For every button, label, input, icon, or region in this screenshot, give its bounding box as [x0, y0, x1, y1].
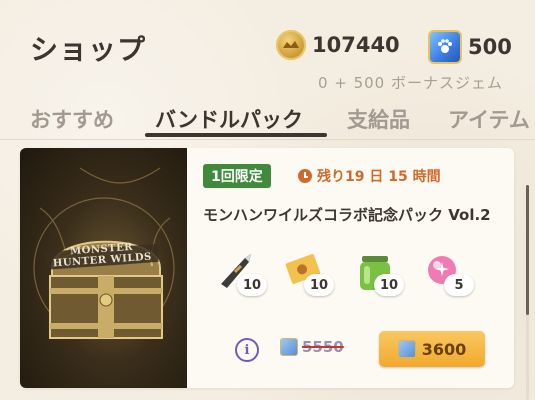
coin-icon — [276, 30, 306, 60]
page-title: ショップ — [30, 33, 147, 66]
tab-bar: おすすめ バンドルパック 支給品 アイテム — [0, 100, 535, 136]
bundle-item[interactable]: 5 — [422, 248, 474, 298]
tab-items[interactable]: アイテム — [448, 104, 530, 134]
limited-badge: 1回限定 — [203, 164, 271, 188]
gem-balance: 500 — [428, 30, 512, 64]
item-quantity: 10 — [374, 274, 404, 296]
remaining-timer: 残り19 日 15 時間 — [298, 164, 441, 188]
buy-price: 3600 — [421, 339, 467, 359]
gem-icon — [280, 338, 298, 356]
item-quantity: 10 — [304, 274, 334, 296]
bundle-item[interactable]: 10 — [215, 248, 267, 298]
tab-recommended[interactable]: おすすめ — [30, 104, 114, 134]
bundle-image: MONSTER HUNTER WILDS — [20, 148, 187, 388]
bundle-card[interactable]: MONSTER HUNTER WILDS 1回限定 残り19 日 15 時間 モ… — [20, 148, 514, 388]
bundle-item[interactable]: 10 — [352, 248, 404, 298]
bonus-gem-text: 0 + 500 ボーナスジェム — [317, 74, 503, 92]
coin-amount: 107440 — [312, 33, 400, 57]
coin-balance: 107440 — [276, 30, 400, 60]
original-price: 5550 — [280, 338, 344, 356]
scrollbar-thumb[interactable] — [526, 185, 529, 315]
scrollbar[interactable] — [526, 185, 529, 400]
item-quantity: 5 — [444, 274, 474, 296]
original-price-value: 5550 — [302, 338, 344, 356]
tab-divider — [0, 139, 535, 140]
gem-amount: 500 — [468, 35, 512, 59]
remaining-time-text: 残り19 日 15 時間 — [317, 169, 441, 185]
tab-bundle-pack[interactable]: バンドルパック — [155, 104, 303, 134]
clock-icon — [298, 169, 312, 183]
gem-icon — [428, 30, 462, 64]
bundle-item[interactable]: 10 — [282, 248, 334, 298]
active-tab-indicator — [145, 133, 327, 137]
gem-icon — [397, 340, 416, 358]
tab-supplies[interactable]: 支給品 — [347, 104, 410, 134]
bundle-items: 10 10 10 5 — [210, 248, 510, 298]
info-button[interactable]: i — [235, 338, 259, 362]
buy-button[interactable]: 3600 — [379, 331, 485, 367]
item-quantity: 10 — [237, 274, 267, 296]
bundle-name: モンハンワイルズコラボ記念パック Vol.2 — [203, 206, 491, 224]
